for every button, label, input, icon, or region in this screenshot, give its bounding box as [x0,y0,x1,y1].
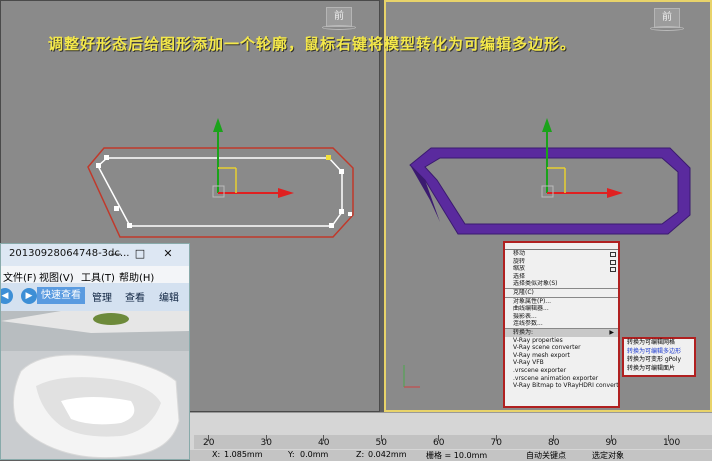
grid-readout: 栅格 = 10.0mm [426,451,488,460]
axis-tripod [403,365,420,388]
context-menu-item[interactable]: 选择类似对象(S) [505,280,618,288]
context-menu-item[interactable]: 选择 [505,273,618,281]
convert-submenu-item[interactable]: 转换为可编辑多边形 [624,348,694,357]
y-coord-label: Y: [288,450,295,459]
menu-tools[interactable]: 工具(T) [81,269,115,284]
extruded-outline-shape [409,147,691,235]
context-menu-item-label: V-Ray properties [513,336,563,344]
context-menu-item[interactable]: V-Ray mesh export [505,352,618,360]
autokey-button[interactable]: 自动关键点 [526,450,566,461]
timeline-bar[interactable]: 20 30 40 50 60 70 80 90 100 X: 1.085mm Y: 0.0mm … [190,412,712,461]
context-menu-item[interactable]: 旋转 [505,258,618,266]
timeline-tick-mark [208,435,209,441]
menu-bar: 文件(F) 视图(V) 工具(T) 帮助(H) [1,266,189,284]
context-menu-item-label: 曲线编辑器... [513,305,549,313]
context-menu-item-label: 对象属性(P)... [513,297,552,305]
context-menu-item[interactable]: V-Ray Bitmap to VRayHDRI converter [505,382,618,390]
context-menu-item[interactable]: 转换为: ▶ [505,327,618,337]
back-icon[interactable]: ◀ [1,288,13,304]
context-menu-item[interactable]: .vrscene animation exporter [505,375,618,383]
context-menu-item-label: 移动 [513,250,526,257]
timeline-tick-mark [610,435,612,441]
x-coord-label: X: [212,450,221,459]
context-menu-item-label: V-Ray scene converter [513,344,581,352]
menu-help[interactable]: 帮助(H) [119,269,154,284]
settings-box-icon[interactable] [610,252,616,257]
x-coord-field[interactable]: 1.085mm [224,450,263,459]
bench-photo [1,311,189,459]
context-menu-item[interactable]: 克隆(C) [505,287,618,297]
menu-file[interactable]: 文件(F) [3,269,37,284]
context-menu-item[interactable]: 移动 [505,250,618,258]
forward-icon[interactable]: ▶ [21,288,37,304]
window-titlebar[interactable]: 20130928064748-3dc... — □ ✕ [1,244,189,266]
context-menu-item-label: 克隆(C) [513,288,534,296]
timeline-tick-mark [668,435,669,441]
status-bar: X: 1.085mm Y: 0.0mm Z: 0.042mm 栅格 = 10.0… [190,450,712,461]
context-menu-item[interactable]: 摄影表... [505,313,618,321]
maximize-button[interactable]: □ [129,246,151,262]
convert-submenu-item[interactable]: 转换为可编辑网格 [624,339,694,348]
manage-button[interactable]: 管理 [92,289,112,304]
context-menu-item[interactable]: .vrscene exporter [505,367,618,375]
context-menu-item-label: 转换为: [513,328,534,336]
menu-view[interactable]: 视图(V) [39,269,74,284]
command-bar: ◀ ▶ 快速查看 管理 查看 编辑 [1,283,189,311]
context-menu-item[interactable]: 对象属性(P)... [505,296,618,306]
context-menu-item-label: 选择 [513,272,526,280]
quad-context-menu[interactable]: 移动 旋转 缩放 选择 选择类似对象(S) 克隆(C) 对象属性(P)... 曲线编辑器...… [503,241,620,408]
context-menu-item[interactable]: V-Ray scene converter [505,344,618,352]
context-menu-item[interactable]: V-Ray VFB [505,359,618,367]
white-bench-image [1,311,189,459]
context-menu-item-label: 连线参数... [513,320,543,328]
submenu-arrow-icon: ▶ [609,328,614,336]
selection-filter[interactable]: 选定对象 [592,450,624,461]
context-menu-item-label: .vrscene exporter [513,366,567,374]
context-menu-item-label: V-Ray VFB [513,359,544,367]
context-menu-item-label: 缩放 [513,265,526,273]
context-menu-item[interactable]: 曲线编辑器... [505,305,618,313]
context-menu-item[interactable]: V-Ray properties [505,337,618,345]
context-menu-item[interactable]: 连线参数... [505,320,618,328]
timeline-tick-mark [265,435,267,441]
timeline-tick-mark [495,435,497,441]
convert-submenu-item[interactable]: 转换为可变形 gPoly [624,356,694,365]
context-menu-item-label: V-Ray Bitmap to VRayHDRI converter [513,382,618,390]
convert-to-submenu[interactable]: 转换为可编辑网格 转换为可编辑多边形 转换为可变形 gPoly 转换为可编辑面片 [622,337,696,377]
context-menu-item[interactable]: 缩放 [505,265,618,273]
view-button[interactable]: 查看 [125,289,145,304]
edit-button[interactable]: 编辑 [159,289,179,304]
convert-submenu-item[interactable]: 转换为可编辑面片 [624,365,694,374]
context-menu-item-label: 摄影表... [513,312,537,320]
z-coord-field[interactable]: 0.042mm [368,450,407,459]
photo-viewer-window[interactable]: 20130928064748-3dc... — □ ✕ 文件(F) 视图(V) … [0,243,190,460]
close-button[interactable]: ✕ [157,246,179,262]
quick-view-button[interactable]: 快速查看 [37,287,85,304]
timeline-tick-mark [553,435,554,441]
timeline-tick-mark [323,435,324,441]
y-coord-field[interactable]: 0.0mm [300,450,328,459]
menu-header [505,243,618,250]
context-menu-item-label: V-Ray mesh export [513,351,570,359]
z-coord-label: Z: [356,450,365,459]
timeline-tick-mark [438,435,439,441]
context-menu-item-label: .vrscene animation exporter [513,374,599,382]
settings-box-icon[interactable] [610,267,616,273]
context-menu-item-label: 旋转 [513,257,526,265]
context-menu-item-label: 选择类似对象(S) [513,280,558,288]
timeline-tick-mark [380,435,382,441]
timeline-tick-label: 100 [663,438,681,448]
minimize-button[interactable]: — [105,246,127,262]
settings-box-icon[interactable] [610,259,616,265]
